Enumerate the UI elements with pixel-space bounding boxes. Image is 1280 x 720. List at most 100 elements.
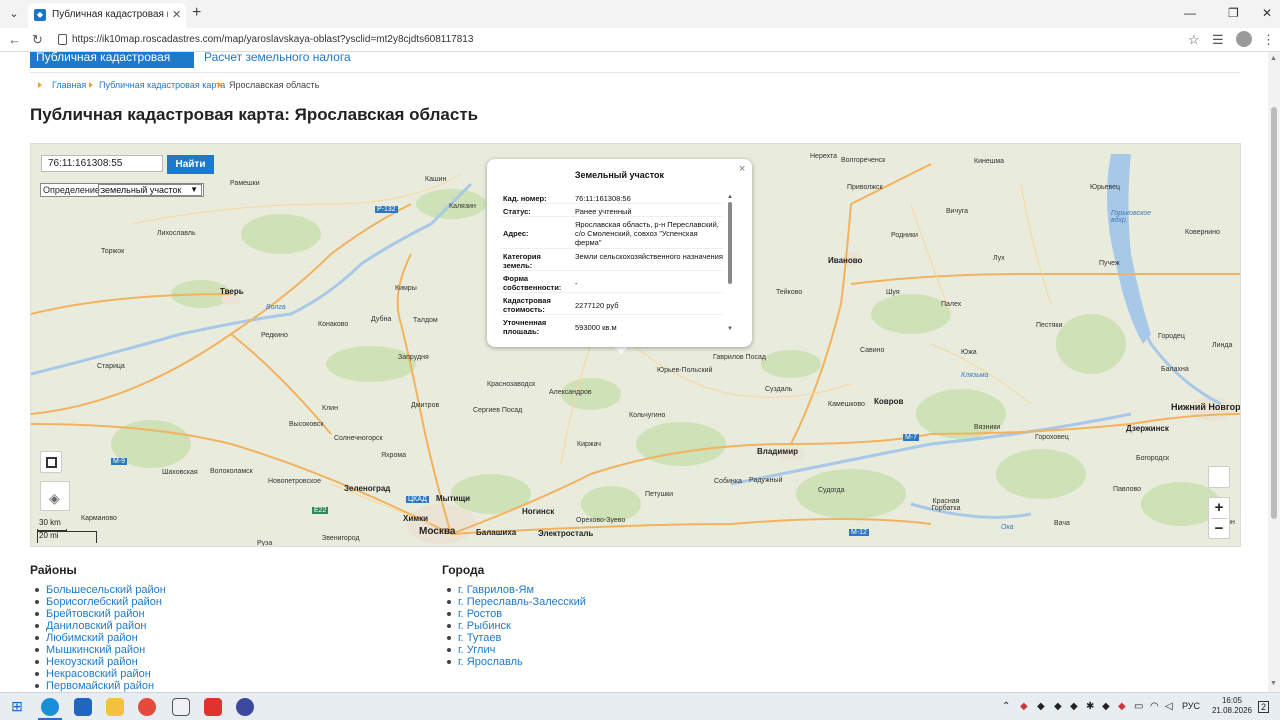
scroll-up-icon[interactable]: ▲: [727, 194, 733, 200]
map-label: Приволжск: [847, 184, 883, 191]
map-label: Талдом: [413, 317, 438, 324]
zoom-out-button[interactable]: −: [1209, 519, 1229, 539]
road-shield: Р-132: [375, 206, 398, 213]
favorites-icon[interactable]: ☰: [1212, 32, 1224, 48]
map-label: Пестяки: [1036, 322, 1063, 329]
map-label: Радужный: [749, 477, 783, 484]
tray-app-icon[interactable]: ◆: [1037, 701, 1045, 712]
scrollbar-thumb[interactable]: [1271, 107, 1277, 519]
district-link[interactable]: Мышкинский район: [30, 644, 166, 656]
lock-icon: [58, 34, 67, 45]
bullet: [35, 648, 39, 652]
notifications-badge[interactable]: 2: [1258, 701, 1270, 713]
popup-attributes: Кад. номер: 76:11:161308:56 Статус: Ране…: [501, 192, 723, 334]
district-link[interactable]: Любимский район: [30, 632, 166, 644]
tray-expand-icon[interactable]: ⌃: [1002, 701, 1010, 712]
nav-land-tax-link[interactable]: Расчет земельного налога: [204, 52, 351, 64]
bullet: [447, 636, 451, 640]
scroll-down-icon[interactable]: ▼: [1270, 680, 1277, 687]
menu-icon[interactable]: ⋮: [1262, 32, 1275, 48]
yandex-browser-icon[interactable]: [236, 698, 254, 716]
tray-app-icon[interactable]: ◆: [1054, 701, 1062, 712]
find-button[interactable]: Найти: [167, 155, 214, 174]
volume-icon[interactable]: ◁: [1165, 701, 1173, 712]
city-link[interactable]: г. Тутаев: [442, 632, 586, 644]
city-label: г. Ростов: [458, 608, 503, 620]
map-label: Лух: [993, 255, 1005, 262]
bookmark-star-icon[interactable]: ☆: [1188, 32, 1200, 48]
tray-app-icon[interactable]: ◆: [1102, 701, 1110, 712]
city-link[interactable]: г. Переславль-Залесский: [442, 596, 586, 608]
folder-icon[interactable]: [106, 698, 124, 716]
tray-app-icon[interactable]: ◆: [1070, 701, 1078, 712]
cadastral-map[interactable]: Нерехта Волгореченск Кинешма Кашин Рамеш…: [30, 143, 1241, 547]
definition-select[interactable]: земельный участок ▼: [98, 184, 202, 196]
chrome-icon[interactable]: [138, 698, 156, 716]
tray-app-icon[interactable]: ◆: [1118, 701, 1126, 712]
district-link[interactable]: Первомайский район: [30, 680, 166, 692]
map-label: Павлово: [1113, 486, 1142, 493]
map-label: Калязин: [449, 203, 476, 210]
popup-value: 2277120 руб: [575, 301, 619, 310]
new-tab-icon[interactable]: +: [192, 4, 201, 22]
close-window-icon[interactable]: ✕: [1262, 6, 1272, 20]
url-field[interactable]: https://ik10map.roscadastres.com/map/yar…: [52, 31, 1202, 49]
districts-list: Большесельский район Борисоглебский райо…: [30, 584, 166, 692]
district-link[interactable]: Некоузский район: [30, 656, 166, 668]
bullet: [35, 672, 39, 676]
district-link[interactable]: Даниловский район: [30, 620, 166, 632]
district-label: Некрасовский район: [46, 668, 151, 680]
nav-cadastral-map-button[interactable]: Публичная кадастровая карта: [30, 52, 194, 78]
minimize-icon[interactable]: —: [1184, 6, 1196, 20]
windows-start-icon[interactable]: ⊞: [8, 698, 26, 716]
city-label: г. Ярославль: [458, 656, 523, 668]
cadastral-search-input[interactable]: 76:11:161308:55: [41, 155, 163, 172]
city-link[interactable]: г. Ярославль: [442, 656, 586, 668]
breadcrumb-map[interactable]: Публичная кадастровая карта: [99, 80, 225, 90]
select-area-button[interactable]: [40, 451, 62, 473]
city-link[interactable]: г. Ростов: [442, 608, 586, 620]
district-link[interactable]: Борисоглебский район: [30, 596, 166, 608]
network-icon[interactable]: ▭: [1134, 701, 1143, 712]
map-label: Мытищи: [436, 494, 470, 503]
back-icon[interactable]: ←: [8, 32, 21, 47]
edge-browser-icon[interactable]: [41, 698, 59, 716]
language-indicator[interactable]: РУС: [1182, 701, 1200, 711]
page-scrollbar[interactable]: ▲ ▼: [1268, 52, 1280, 692]
layers-button[interactable]: ◈: [40, 481, 70, 511]
district-link[interactable]: Некрасовский район: [30, 668, 166, 680]
map-label: Солнечногорск: [334, 435, 383, 442]
bullet: [447, 600, 451, 604]
close-tab-icon[interactable]: ✕: [172, 8, 181, 21]
district-link[interactable]: Брейтовский район: [30, 608, 166, 620]
wifi-icon[interactable]: ◠: [1150, 701, 1159, 712]
reload-icon[interactable]: ↻: [32, 32, 43, 48]
district-link[interactable]: Большесельский район: [30, 584, 166, 596]
store-icon[interactable]: [74, 698, 92, 716]
browser-tab[interactable]: ◆ Публичная кадастровая карта: Яр ✕: [28, 3, 186, 28]
maximize-icon[interactable]: ❐: [1228, 6, 1239, 20]
popup-row: Категория земель: Земли сельскохозяйстве…: [501, 250, 723, 271]
city-link[interactable]: г. Гаврилов-Ям: [442, 584, 586, 596]
bullet: [447, 624, 451, 628]
app-icon[interactable]: [172, 698, 190, 716]
app-icon[interactable]: [204, 698, 222, 716]
scroll-up-icon[interactable]: ▲: [1270, 55, 1277, 62]
scroll-down-icon[interactable]: ▼: [727, 326, 733, 332]
bullet: [447, 588, 451, 592]
zoom-in-button[interactable]: +: [1209, 498, 1229, 518]
profile-avatar[interactable]: [1236, 31, 1252, 47]
district-label: Мышкинский район: [46, 644, 146, 656]
url-text: https://ik10map.roscadastres.com/map/yar…: [72, 34, 474, 45]
tray-app-icon[interactable]: ◆: [1020, 701, 1028, 712]
tab-list-icon[interactable]: ⌄: [4, 4, 24, 24]
map-label: Собинка: [714, 478, 742, 485]
bluetooth-icon[interactable]: ✱: [1086, 701, 1094, 712]
breadcrumb-home[interactable]: Главная: [52, 80, 86, 90]
city-link[interactable]: г. Рыбинск: [442, 620, 586, 632]
system-clock[interactable]: 16:05 21.08.2026: [1210, 696, 1254, 716]
city-link[interactable]: г. Углич: [442, 644, 586, 656]
city-label: г. Гаврилов-Ям: [458, 584, 535, 596]
fullscreen-button[interactable]: [1208, 466, 1230, 488]
popup-scrollbar[interactable]: [728, 202, 732, 284]
